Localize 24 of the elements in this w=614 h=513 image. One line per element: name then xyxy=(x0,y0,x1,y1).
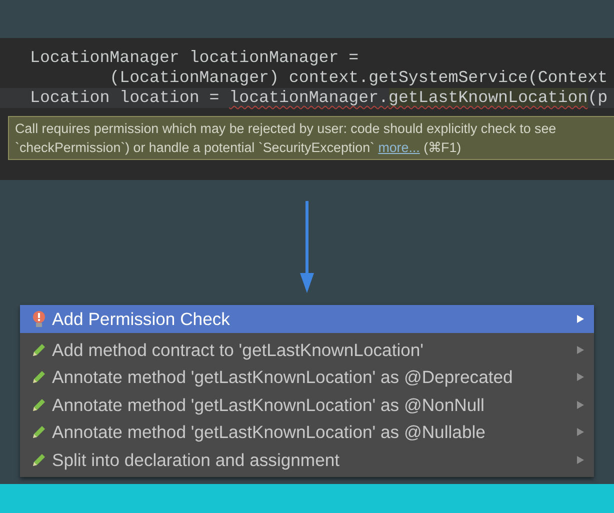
lightbulb-icon xyxy=(32,310,46,328)
submenu-arrow-icon xyxy=(577,456,584,464)
menu-item[interactable]: Annotate method 'getLastKnownLocation' as @Deprecated xyxy=(20,364,594,391)
code-line: (LocationManager) context.getSystemService(Context xyxy=(108,68,609,88)
submenu-arrow-icon xyxy=(577,315,584,323)
menu-item[interactable]: Add method contract to 'getLastKnownLocation' xyxy=(20,336,594,364)
pencil-icon xyxy=(32,370,46,384)
pencil-icon xyxy=(32,452,46,467)
tooltip-text: Call requires permission which may be rejected by user: code should explicitly check to see xyxy=(15,120,558,138)
pencil-icon xyxy=(32,425,46,440)
submenu-arrow-icon xyxy=(577,346,584,354)
menu-item[interactable]: Annotate method 'getLastKnownLocation' as @NonNull xyxy=(20,391,594,418)
code-line: LocationManager locationManager = xyxy=(29,48,360,68)
menu-item[interactable]: Add Permission Check xyxy=(20,305,594,333)
menu-item[interactable]: Annotate method 'getLastKnownLocation' as @Nullable xyxy=(20,418,594,446)
down-arrow-icon xyxy=(300,200,314,292)
more-link[interactable]: more... xyxy=(378,140,420,155)
pencil-icon xyxy=(32,342,46,357)
pencil-icon xyxy=(32,398,46,412)
submenu-arrow-icon xyxy=(577,373,584,382)
tooltip-text: `checkPermission`) or handle a potential `SecurityException` more... (⌘F1) xyxy=(15,139,462,157)
submenu-arrow-icon xyxy=(577,400,584,409)
menu-item[interactable]: Split into declaration and assignment xyxy=(20,446,594,474)
submenu-arrow-icon xyxy=(577,428,584,436)
